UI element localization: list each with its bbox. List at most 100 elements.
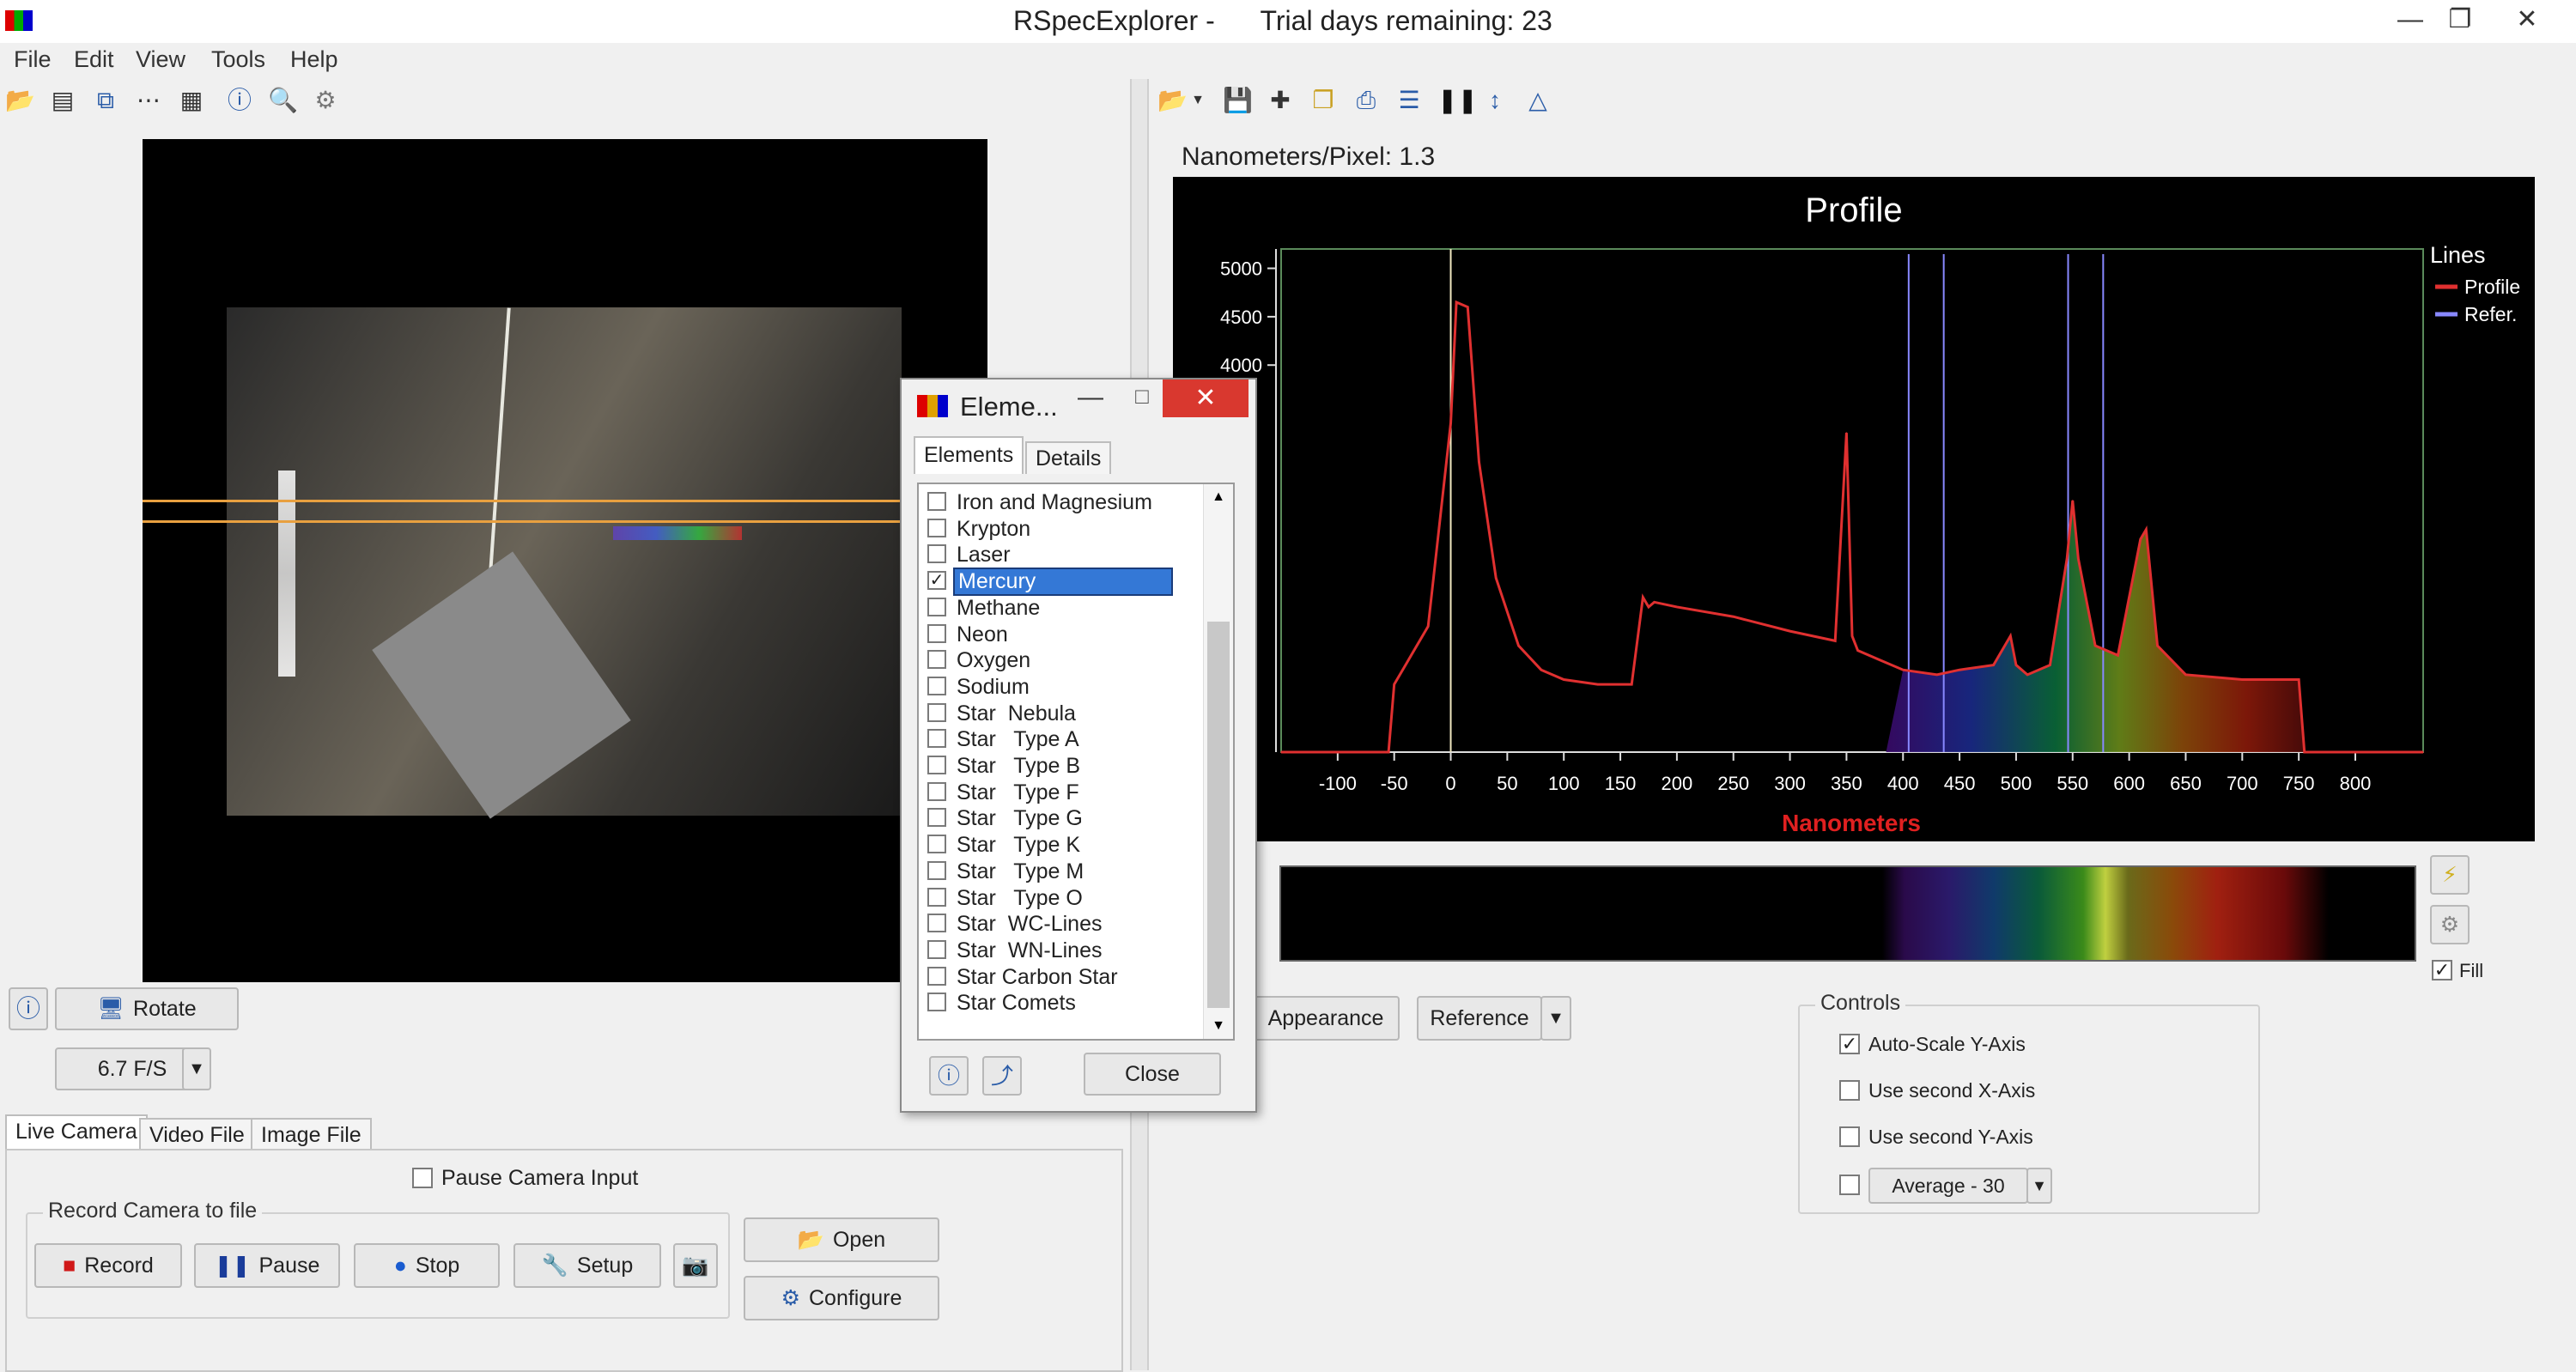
list-item[interactable]: Sodium	[927, 674, 1185, 700]
record-button[interactable]: ■ Record	[34, 1243, 182, 1288]
item-checkbox[interactable]	[927, 860, 946, 880]
configure-button[interactable]: ⚙ Configure	[744, 1276, 939, 1320]
jump-icon[interactable]: ⤴	[982, 1056, 1022, 1096]
lightning-icon[interactable]: ⚡	[2430, 855, 2470, 895]
list-item[interactable]: Oxygen	[927, 647, 1185, 673]
maximize-button[interactable]: □	[1125, 383, 1159, 417]
crop-icon[interactable]: ✚	[1266, 86, 1295, 115]
dots-icon[interactable]: ⋯	[134, 86, 163, 115]
gear-icon[interactable]: ⚙	[311, 86, 340, 115]
scrollbar[interactable]: ▲ ▼	[1203, 484, 1233, 1039]
list-item[interactable]: Star Type B	[927, 753, 1185, 779]
list-item[interactable]: Star Carbon Star	[927, 964, 1185, 990]
windows-icon[interactable]: ⧉	[91, 86, 120, 115]
item-checkbox[interactable]	[927, 623, 946, 643]
list-item[interactable]: ✓ Mercury	[927, 568, 1185, 597]
average-checkbox[interactable]	[1839, 1175, 1860, 1195]
item-checkbox[interactable]	[927, 702, 946, 722]
item-checkbox[interactable]: ✓	[927, 571, 946, 591]
menu-tools[interactable]: Tools	[211, 46, 265, 73]
dropdown-icon[interactable]: ▼	[1183, 86, 1212, 115]
list-item[interactable]: Star WC-Lines	[927, 911, 1185, 937]
help-icon[interactable]: ⓘ	[929, 1056, 969, 1096]
list-item[interactable]: Star Comets	[927, 990, 1185, 1016]
auto-scale-y-checkbox[interactable]: ✓	[1839, 1034, 1860, 1054]
open-folder-icon[interactable]: 📂	[1157, 86, 1188, 115]
item-checkbox[interactable]	[927, 993, 946, 1012]
help-icon[interactable]: ⓘ	[225, 86, 254, 115]
open-button[interactable]: 📂 Open	[744, 1217, 939, 1262]
close-icon[interactable]: ✕	[1163, 379, 1249, 417]
pause-camera-input-checkbox[interactable]	[412, 1168, 433, 1188]
item-checkbox[interactable]	[927, 544, 946, 564]
spectrum-icon[interactable]: ▤	[48, 86, 77, 115]
stop-button[interactable]: ● Stop	[354, 1243, 500, 1288]
menu-file[interactable]: File	[14, 46, 52, 73]
chevron-down-icon[interactable]: ▼	[1540, 996, 1571, 1041]
average-select[interactable]: Average - 30	[1868, 1168, 2028, 1204]
appearance-button[interactable]: Appearance	[1252, 996, 1400, 1041]
list-item[interactable]: Star Type K	[927, 832, 1185, 858]
item-checkbox[interactable]	[927, 835, 946, 854]
menu-view[interactable]: View	[136, 46, 185, 73]
item-checkbox[interactable]	[927, 492, 946, 511]
list-item[interactable]: Star WN-Lines	[927, 938, 1185, 963]
item-checkbox[interactable]	[927, 729, 946, 749]
tab-image-file[interactable]: Image File	[251, 1118, 372, 1149]
list-item[interactable]: Star Type F	[927, 780, 1185, 805]
scroll-thumb[interactable]	[1207, 622, 1230, 1008]
chevron-down-icon[interactable]: ▼	[182, 1047, 211, 1090]
second-y-axis-checkbox[interactable]	[1839, 1126, 1860, 1147]
tab-elements[interactable]: Elements	[914, 436, 1024, 474]
list-item[interactable]: Star Type G	[927, 805, 1185, 831]
camera-icon[interactable]: 📷	[673, 1243, 718, 1288]
tab-live-camera[interactable]: Live Camera	[5, 1114, 148, 1149]
grid-icon[interactable]: ▦	[177, 86, 206, 115]
list-item[interactable]: Star Type M	[927, 859, 1185, 884]
item-checkbox[interactable]	[927, 914, 946, 933]
list-item[interactable]: Iron and Magnesium	[927, 489, 1185, 515]
bars-icon[interactable]: ❚❚	[1437, 86, 1478, 115]
reference-button[interactable]: Reference	[1417, 996, 1542, 1041]
item-checkbox[interactable]	[927, 597, 946, 616]
pause-button[interactable]: ❚❚ Pause	[194, 1243, 340, 1288]
calibrate-icon[interactable]: ☰	[1394, 86, 1424, 115]
maximize-button[interactable]: ❐	[2430, 0, 2490, 39]
scroll-down-icon[interactable]: ▼	[1204, 1013, 1233, 1039]
item-checkbox[interactable]	[927, 808, 946, 828]
help-icon[interactable]: ⓘ	[9, 987, 48, 1030]
close-button[interactable]: ✕	[2497, 0, 2557, 39]
list-item[interactable]: Laser	[927, 542, 1185, 568]
chevron-down-icon[interactable]: ▼	[2026, 1168, 2052, 1204]
horizontal-range-icon[interactable]: △	[1523, 86, 1552, 115]
list-item[interactable]: Methane	[927, 595, 1185, 621]
item-checkbox[interactable]	[927, 887, 946, 907]
item-checkbox[interactable]	[927, 756, 946, 774]
list-item[interactable]: Star Nebula	[927, 701, 1185, 726]
item-checkbox[interactable]	[927, 781, 946, 801]
item-checkbox[interactable]	[927, 518, 946, 537]
list-item[interactable]: Star Type A	[927, 726, 1185, 752]
item-checkbox[interactable]	[927, 939, 946, 959]
list-item[interactable]: Star Type O	[927, 885, 1185, 911]
item-checkbox[interactable]	[927, 676, 946, 695]
copy-icon[interactable]: ❐	[1309, 86, 1338, 115]
item-checkbox[interactable]	[927, 966, 946, 986]
tab-details[interactable]: Details	[1025, 441, 1112, 474]
gear-icon[interactable]: ⚙	[2430, 905, 2470, 944]
item-checkbox[interactable]	[927, 650, 946, 670]
menu-help[interactable]: Help	[290, 46, 338, 73]
zoom-icon[interactable]: 🔍	[268, 86, 298, 115]
open-folder-icon[interactable]: 📂	[5, 86, 35, 115]
fill-checkbox[interactable]: ✓	[2432, 960, 2452, 980]
vertical-range-icon[interactable]: ↕	[1480, 86, 1510, 115]
close-button[interactable]: Close	[1084, 1053, 1221, 1096]
save-icon[interactable]: 💾	[1223, 86, 1253, 115]
list-item[interactable]: Neon	[927, 622, 1185, 647]
menu-edit[interactable]: Edit	[74, 46, 114, 73]
setup-button[interactable]: 🔧 Setup	[513, 1243, 661, 1288]
minimize-button[interactable]: —	[1073, 383, 1108, 417]
list-item[interactable]: Krypton	[927, 516, 1185, 542]
scroll-up-icon[interactable]: ▲	[1204, 484, 1233, 510]
second-x-axis-checkbox[interactable]	[1839, 1080, 1860, 1101]
